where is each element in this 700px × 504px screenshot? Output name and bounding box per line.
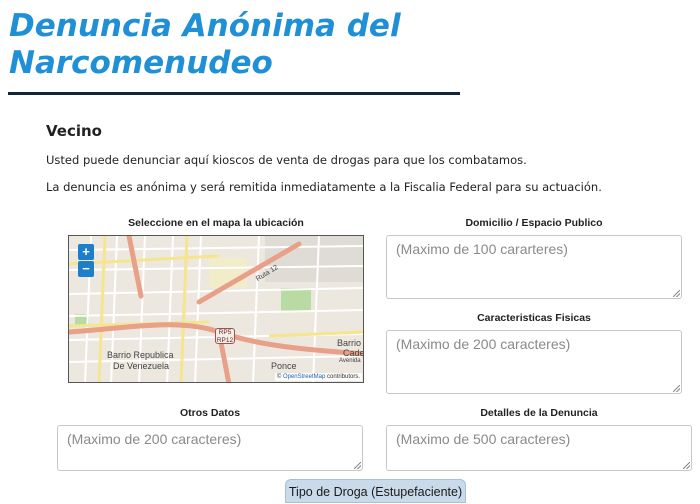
attribution-suffix: contributors. (326, 374, 360, 380)
land-area (265, 236, 363, 282)
caracteristicas-label: Caracteristicas Fisicas (477, 312, 591, 324)
intro-text-1: Usted puede denunciar aquí kioscos de ve… (46, 153, 527, 167)
osm-link[interactable]: OpenStreetMap (283, 374, 325, 380)
map-place-label: De Venezuela (113, 361, 170, 371)
route-shield: RP5 RP12 (215, 328, 235, 344)
domicilio-input[interactable] (386, 235, 682, 299)
drug-type-button[interactable]: Tipo de Droga (Estupefaciente) (285, 479, 466, 503)
map-place-label: Cade (343, 348, 364, 358)
intro-text-2: La denuncia es anónima y será remitida i… (46, 180, 602, 194)
route-shield-line-2: RP12 (216, 336, 234, 344)
map-place-label: Avenida (339, 358, 361, 364)
map-place-label: Barrio Republica (107, 350, 174, 360)
park-area (281, 288, 311, 312)
map-place-label: Barrio (337, 338, 362, 348)
detalles-input[interactable] (386, 425, 692, 471)
zoom-out-icon: − (82, 261, 90, 276)
otros-label: Otros Datos (179, 407, 241, 419)
title-divider (8, 92, 460, 95)
zoom-out-button[interactable]: − (78, 261, 94, 277)
otros-input[interactable] (57, 425, 363, 471)
map-label: Seleccione en el mapa la ubicación (128, 217, 304, 229)
zoom-in-icon: + (82, 244, 90, 259)
zoom-in-button[interactable]: + (78, 244, 94, 260)
route-shield-line-1: RP5 (218, 329, 232, 336)
map-place-label: Ponce (271, 361, 297, 371)
caracteristicas-input[interactable] (386, 330, 682, 394)
detalles-label: Detalles de la Denuncia (480, 407, 598, 419)
location-map[interactable]: + − Ruta 12 RP5 RP12 Barrio Republica De… (68, 235, 364, 383)
map-attribution: © OpenStreetMap contributors. (274, 373, 362, 381)
attribution-prefix: © (276, 374, 282, 380)
domicilio-label: Domicilio / Espacio Publico (465, 217, 603, 229)
section-heading: Vecino (46, 122, 102, 140)
page-title: Denuncia Anónima del Narcomenudeo (9, 8, 401, 81)
